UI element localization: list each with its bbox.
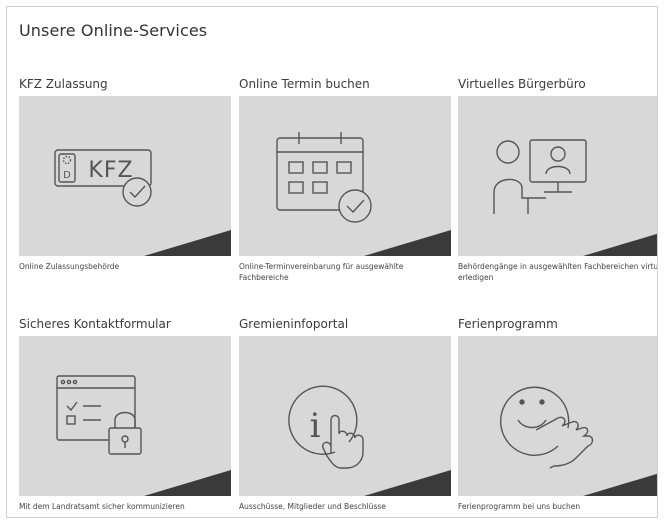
plate-text-label: KFZ xyxy=(88,158,133,183)
card-image[interactable] xyxy=(458,96,657,256)
card-description: Online Zulassungsbehörde xyxy=(19,262,120,271)
services-panel: Unsere Online-Services KFZ Zulassung D K… xyxy=(6,6,658,518)
card-description: Ferienprogramm bei uns buchen xyxy=(458,502,581,511)
card-description: Behördengänge in ausgewählten Fachbereic… xyxy=(458,262,658,282)
card-description: Ausschüsse, Mitglieder und Beschlüsse xyxy=(239,502,386,511)
card-image[interactable]: i xyxy=(239,336,451,496)
card-image[interactable] xyxy=(19,336,231,496)
card-image[interactable] xyxy=(239,96,451,256)
card-title[interactable]: Virtuelles Bürgerbüro xyxy=(458,77,586,91)
service-card-kontaktformular[interactable]: Sicheres Kontaktformular Mit dem Landrat… xyxy=(19,317,231,517)
service-card-ferienprogramm[interactable]: Ferienprogramm Ferienprogramm bei uns bu… xyxy=(458,317,657,517)
video-call-icon xyxy=(493,139,587,214)
service-card-kfz[interactable]: KFZ Zulassung D KFZ Online Zulassungsbeh… xyxy=(19,77,231,277)
license-plate-check-icon: D KFZ xyxy=(54,149,152,207)
card-image[interactable] xyxy=(458,336,657,496)
card-title[interactable]: Ferienprogramm xyxy=(458,317,558,331)
secure-form-lock-icon xyxy=(56,375,142,455)
service-card-gremieninfoportal[interactable]: Gremieninfoportal i Ausschüsse, Mitglied… xyxy=(239,317,451,517)
info-glyph: i xyxy=(310,406,321,446)
card-description: Mit dem Landratsamt sicher kommunizieren xyxy=(19,502,185,511)
card-title[interactable]: KFZ Zulassung xyxy=(19,77,108,91)
plate-country-label: D xyxy=(63,170,71,181)
info-touch-icon: i xyxy=(288,385,364,469)
smiley-touch-icon xyxy=(500,386,594,469)
card-description: Online-Terminvereinbarung für ausgewählt… xyxy=(239,262,404,282)
card-title[interactable]: Gremieninfoportal xyxy=(239,317,348,331)
page-title: Unsere Online-Services xyxy=(19,21,208,40)
service-card-termin[interactable]: Online Termin buchen Online-Terminverein… xyxy=(239,77,451,292)
calendar-check-icon xyxy=(276,132,372,223)
card-title[interactable]: Sicheres Kontaktformular xyxy=(19,317,171,331)
card-title[interactable]: Online Termin buchen xyxy=(239,77,370,91)
service-card-buergerbuero[interactable]: Virtuelles Bürgerbüro Behördengänge in a… xyxy=(458,77,658,292)
card-image[interactable]: D KFZ xyxy=(19,96,231,256)
